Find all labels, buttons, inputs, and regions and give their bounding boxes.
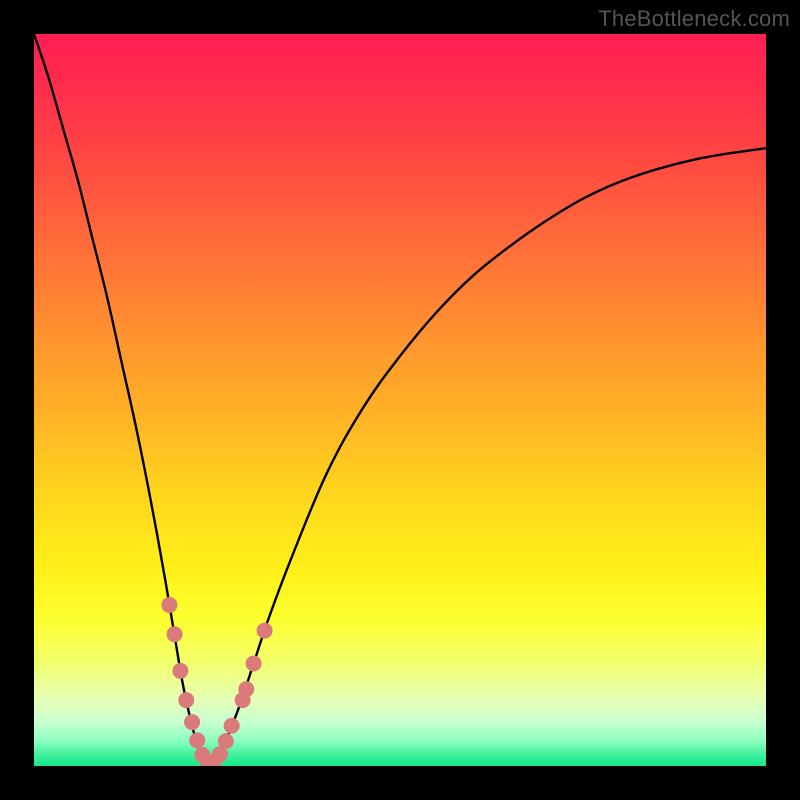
curve-marker: [172, 663, 188, 679]
curve-marker: [161, 597, 177, 613]
curve-marker: [178, 692, 194, 708]
watermark-text: TheBottleneck.com: [598, 6, 790, 32]
curve-marker: [246, 656, 262, 672]
curve-marker: [238, 681, 254, 697]
curve-layer: [34, 34, 766, 766]
chart-frame: TheBottleneck.com: [0, 0, 800, 800]
bottleneck-curve: [34, 34, 766, 766]
curve-marker: [218, 733, 234, 749]
plot-area: [34, 34, 766, 766]
marker-group: [161, 597, 272, 766]
curve-marker: [189, 732, 205, 748]
curve-marker: [224, 718, 240, 734]
curve-marker: [167, 626, 183, 642]
curve-marker: [184, 714, 200, 730]
curve-marker: [257, 623, 273, 639]
